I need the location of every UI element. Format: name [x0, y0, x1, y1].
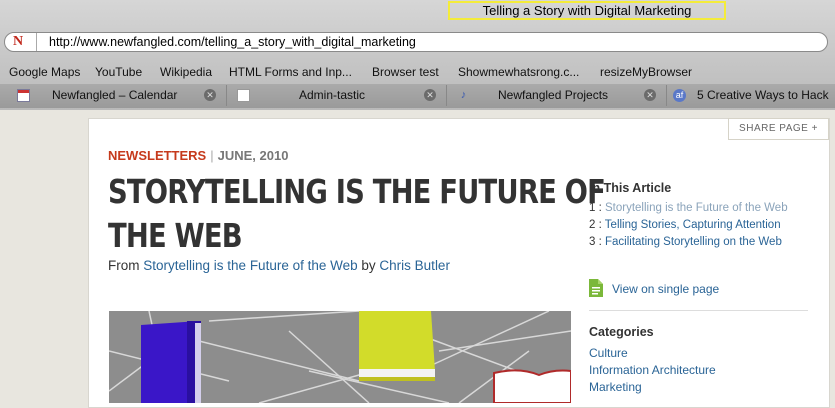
tab-admin-tastic[interactable]: Admin-tastic ✕ — [228, 85, 447, 106]
tab-newfangled-calendar[interactable]: Newfangled – Calendar ✕ — [0, 85, 227, 106]
byline: From Storytelling is the Future of the W… — [108, 258, 450, 274]
bookmark-html-forms[interactable]: HTML Forms and Inp... — [229, 65, 352, 79]
category-culture[interactable]: Culture — [589, 346, 628, 360]
bookmark-browser-test[interactable]: Browser test — [372, 65, 439, 79]
tab-bar: Newfangled – Calendar ✕ Admin-tastic ✕ ♪… — [0, 84, 835, 108]
url-text[interactable]: http://www.newfangled.com/telling_a_stor… — [49, 35, 416, 49]
url-field[interactable]: N http://www.newfangled.com/telling_a_st… — [4, 32, 828, 52]
category-information-architecture[interactable]: Information Architecture — [589, 363, 716, 377]
share-page-button[interactable]: SHARE PAGE + — [728, 118, 829, 140]
bookmark-showmewhatsrong[interactable]: Showmewhatsrong.c... — [458, 65, 579, 79]
article-meta: NEWSLETTERS | JUNE, 2010 — [108, 148, 288, 163]
tab-creative-ways[interactable]: af 5 Creative Ways to Hack — [668, 85, 835, 106]
byline-from: From — [108, 258, 140, 273]
toc-link-3[interactable]: Facilitating Storytelling on the Web — [605, 236, 782, 248]
close-tab-icon[interactable]: ✕ — [644, 89, 656, 101]
browser-chrome: Telling a Story with Digital Marketing N… — [0, 0, 835, 110]
bookmarks-bar: Google Maps YouTube Wikipedia HTML Forms… — [0, 61, 835, 83]
byline-by: by — [361, 258, 376, 273]
category-link[interactable]: NEWSLETTERS — [108, 148, 206, 163]
project-icon: ♪ — [460, 89, 467, 101]
toc-number: 2 : — [589, 219, 602, 231]
toc-item: 1 : Storytelling is the Future of the We… — [589, 202, 788, 215]
categories-heading: Categories — [589, 325, 654, 339]
document-icon — [589, 279, 603, 297]
toc-number: 1 : — [589, 202, 602, 214]
series-link[interactable]: Storytelling is the Future of the Web — [143, 258, 357, 273]
tab-label: 5 Creative Ways to Hack — [697, 88, 829, 102]
sidebar-divider — [589, 310, 808, 311]
close-tab-icon[interactable]: ✕ — [424, 89, 436, 101]
bookmark-resizemybrowser[interactable]: resizeMyBrowser — [600, 65, 692, 79]
category-marketing[interactable]: Marketing — [589, 380, 642, 394]
toc-link-2[interactable]: Telling Stories, Capturing Attention — [605, 219, 781, 231]
title-bar: Telling a Story with Digital Marketing — [0, 0, 835, 26]
document-icon — [237, 89, 250, 102]
window-title: Telling a Story with Digital Marketing — [448, 1, 726, 20]
books-network-illustration — [109, 311, 571, 403]
hero-illustration — [109, 311, 571, 403]
close-tab-icon[interactable]: ✕ — [204, 89, 216, 101]
tab-newfangled-projects[interactable]: ♪ Newfangled Projects ✕ — [448, 85, 667, 106]
author-link[interactable]: Chris Butler — [379, 258, 450, 273]
meta-separator: | — [210, 148, 214, 163]
bookmark-wikipedia[interactable]: Wikipedia — [160, 65, 212, 79]
calendar-icon — [17, 89, 30, 102]
toc-link-1[interactable]: Storytelling is the Future of the Web — [605, 202, 788, 214]
single-page-label: View on single page — [612, 282, 720, 296]
tab-label: Newfangled – Calendar — [52, 88, 178, 102]
bookmark-youtube[interactable]: YouTube — [95, 65, 142, 79]
af-icon: af — [673, 89, 686, 102]
headline-line-1: STORYTELLING IS THE FUTURE OF — [108, 172, 606, 211]
toc-number: 3 : — [589, 236, 602, 248]
tab-label: Admin-tastic — [299, 88, 366, 102]
toc-item: 2 : Telling Stories, Capturing Attention — [589, 219, 781, 232]
headline-line-2: THE WEB — [108, 216, 243, 255]
site-favicon-icon: N — [13, 34, 24, 49]
url-divider — [36, 33, 37, 51]
article-date: JUNE, 2010 — [217, 148, 289, 163]
toc-item: 3 : Facilitating Storytelling on the Web — [589, 236, 782, 249]
address-bar: N http://www.newfangled.com/telling_a_st… — [0, 29, 835, 55]
toc-heading: In This Article — [589, 181, 672, 195]
bookmark-google-maps[interactable]: Google Maps — [9, 65, 80, 79]
tab-label: Newfangled Projects — [498, 88, 609, 102]
article-headline: STORYTELLING IS THE FUTURE OF THE WEB — [108, 170, 606, 258]
